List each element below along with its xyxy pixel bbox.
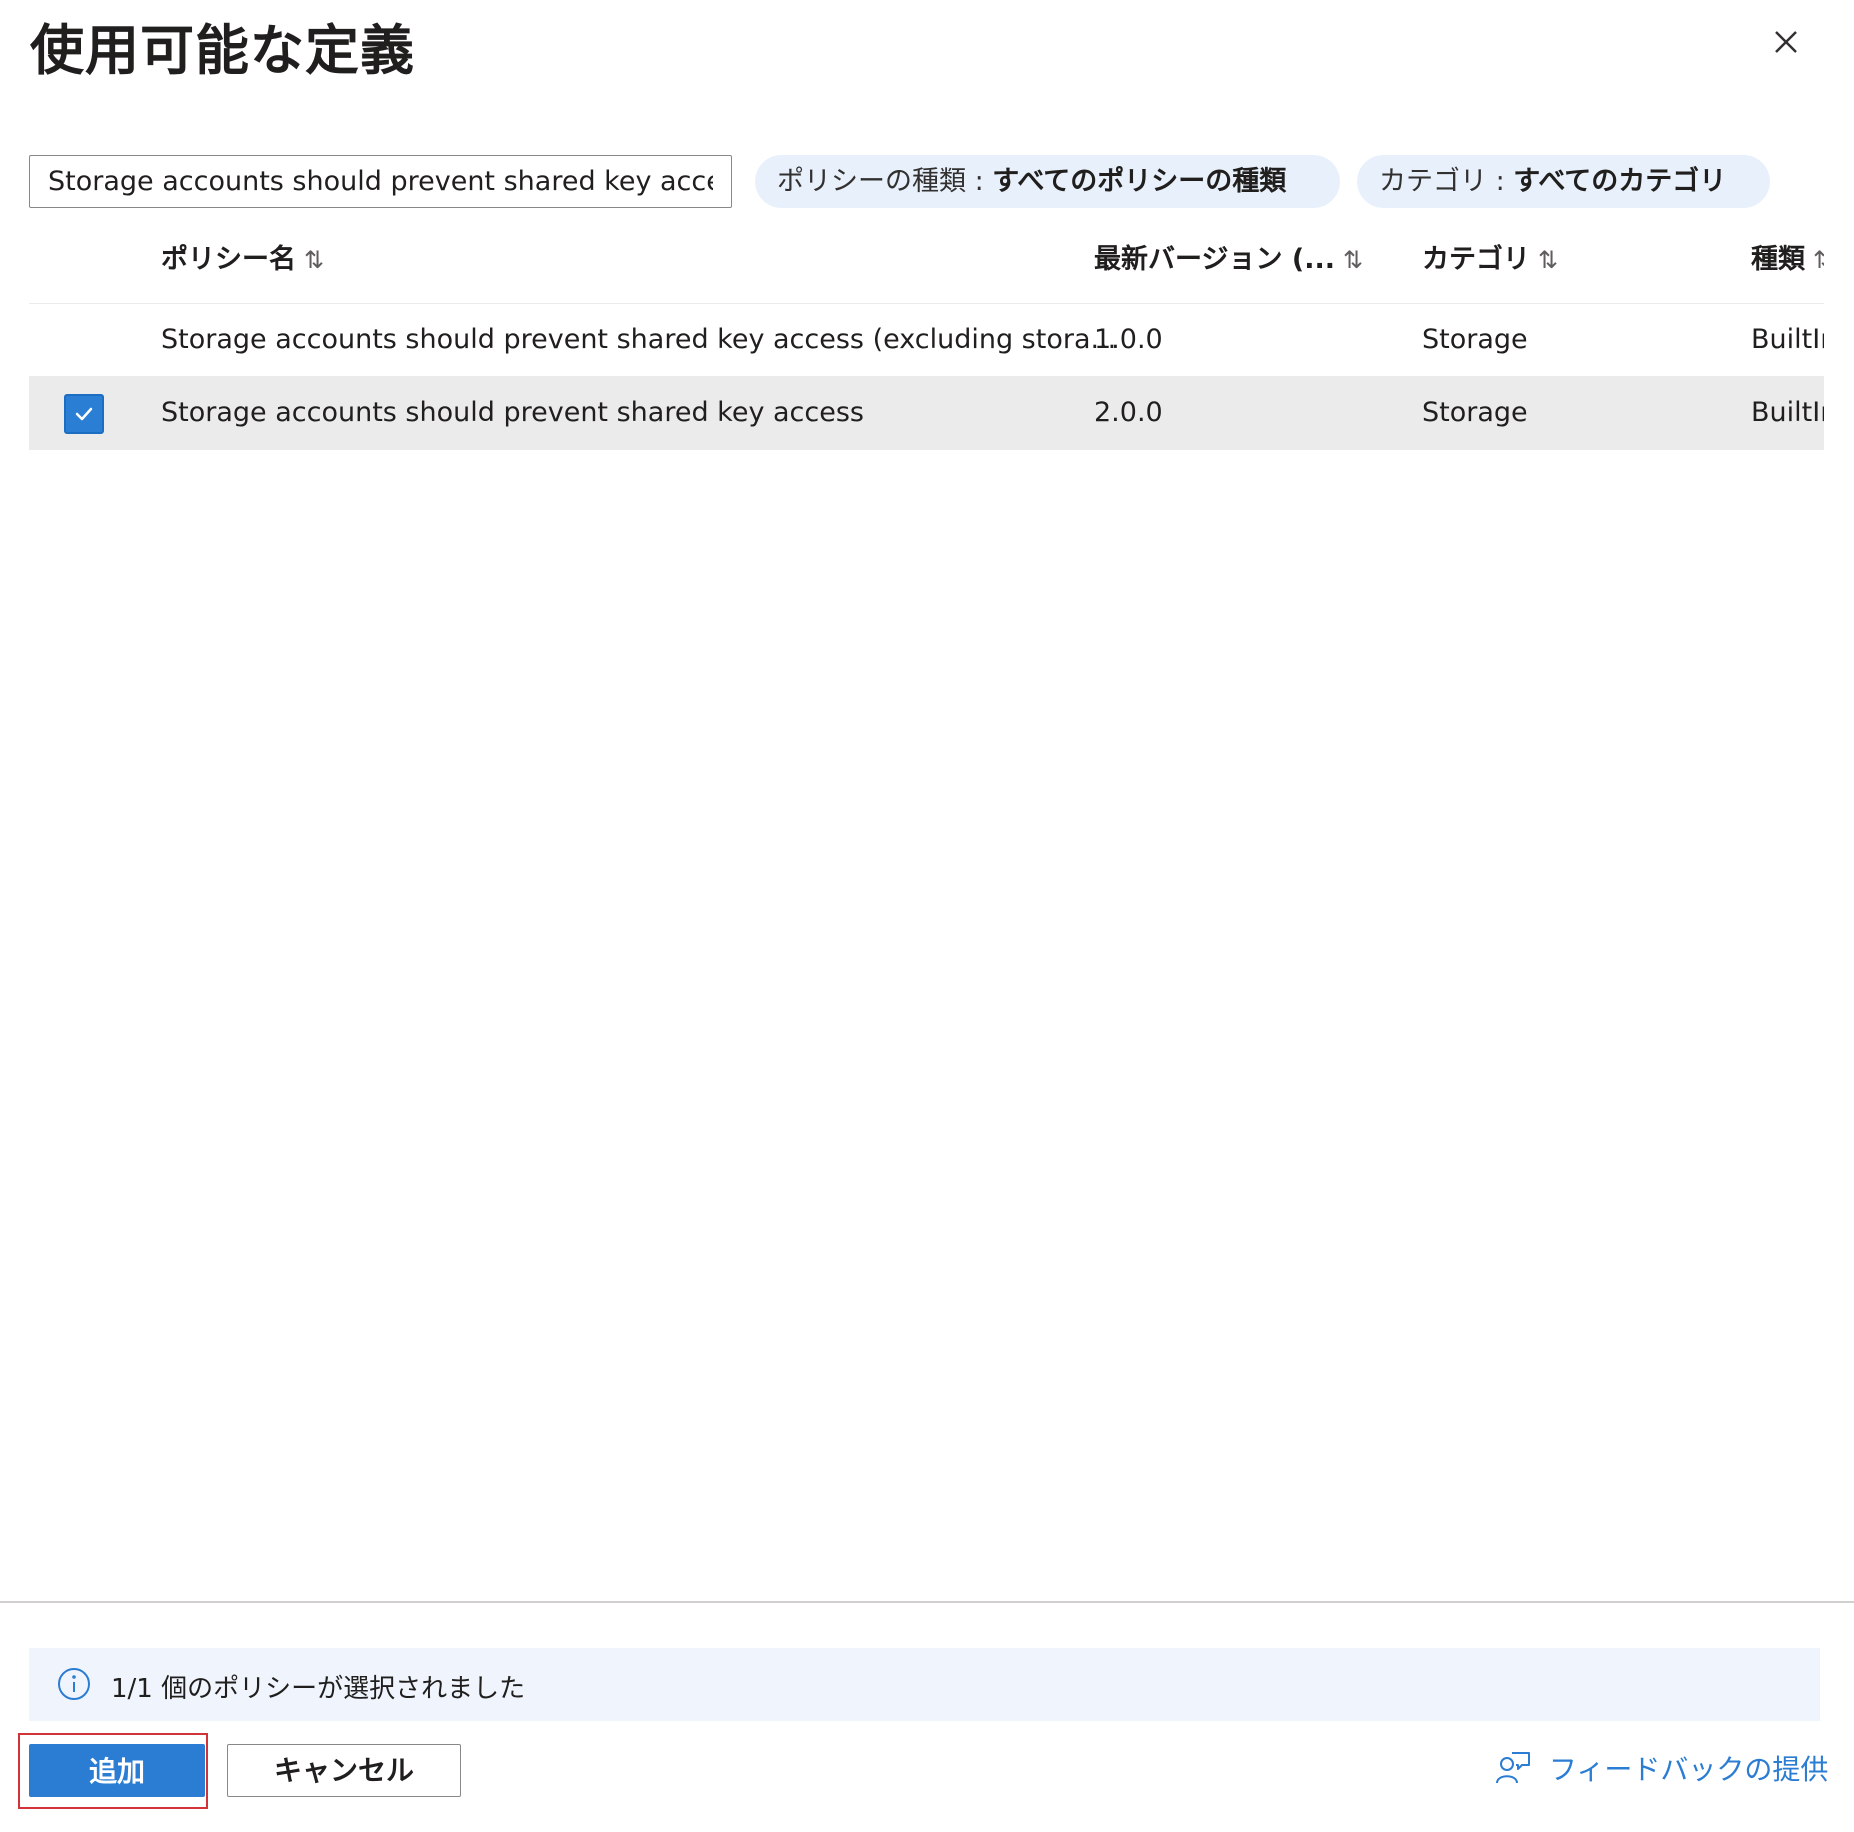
category-filter-value: すべてのカテゴリ (1513, 166, 1727, 197)
row-version: 1.0.0 (1094, 324, 1163, 355)
table-row[interactable]: Storage accounts should prevent shared k… (29, 377, 1824, 450)
table-header: ポリシー名 ⇅ 最新バージョン (... ⇅ カテゴリ ⇅ 種類 ⇅ (29, 225, 1824, 304)
sort-icon: ⇅ (1342, 246, 1364, 274)
column-header-type[interactable]: 種類 ⇅ (1751, 237, 1824, 276)
feedback-person-icon (1496, 1752, 1530, 1784)
row-category: Storage (1422, 397, 1528, 428)
policy-table: ポリシー名 ⇅ 最新バージョン (... ⇅ カテゴリ ⇅ 種類 ⇅ Storage a… (29, 225, 1824, 450)
column-header-version-label: 最新バージョン (... (1094, 244, 1335, 275)
close-icon[interactable] (1766, 22, 1806, 62)
info-icon (58, 1668, 90, 1700)
category-filter[interactable]: カテゴリ : すべてのカテゴリ (1357, 155, 1770, 208)
sort-icon: ⇅ (1538, 246, 1559, 274)
search-input[interactable] (29, 155, 732, 208)
feedback-link[interactable]: フィードバックの提供 (1494, 1748, 1828, 1792)
policy-type-filter-label: ポリシーの種類 : (777, 166, 993, 197)
selection-info-text: 1/1 個のポリシーが選択されました (111, 1674, 526, 1704)
column-header-category[interactable]: カテゴリ ⇅ (1422, 237, 1558, 276)
category-filter-label: カテゴリ : (1379, 166, 1514, 197)
column-header-name[interactable]: ポリシー名 ⇅ (161, 237, 324, 276)
column-header-version[interactable]: 最新バージョン (... ⇅ (1094, 237, 1363, 276)
available-definitions-panel: 使用可能な定義 ポリシーの種類 : すべてのポリシーの種類 カテゴリ : すべて… (0, 0, 1854, 1832)
table-row[interactable]: Storage accounts should prevent shared k… (29, 304, 1824, 377)
column-header-name-label: ポリシー名 (161, 244, 296, 275)
feedback-label: フィードバックの提供 (1548, 1753, 1829, 1786)
policy-type-filter[interactable]: ポリシーの種類 : すべてのポリシーの種類 (755, 155, 1340, 208)
row-type: BuiltIn (1751, 324, 1824, 355)
row-checkbox[interactable] (64, 394, 104, 434)
selection-info-bar: 1/1 個のポリシーが選択されました (29, 1648, 1820, 1721)
policy-type-filter-value: すべてのポリシーの種類 (992, 166, 1287, 197)
row-policy-name: Storage accounts should prevent shared k… (161, 324, 1117, 355)
page-title: 使用可能な定義 (30, 19, 415, 82)
sort-icon: ⇅ (1813, 246, 1824, 274)
checkmark-icon (75, 407, 93, 421)
column-header-category-label: カテゴリ (1422, 244, 1530, 275)
add-button[interactable]: 追加 (29, 1744, 205, 1797)
cancel-button[interactable]: キャンセル (227, 1744, 461, 1797)
row-version: 2.0.0 (1094, 397, 1163, 428)
sort-icon: ⇅ (304, 246, 325, 274)
row-type: BuiltIn (1751, 397, 1824, 428)
row-category: Storage (1422, 324, 1528, 355)
footer-divider (0, 1601, 1854, 1603)
row-policy-name: Storage accounts should prevent shared k… (161, 397, 864, 428)
column-header-type-label: 種類 (1751, 244, 1805, 275)
